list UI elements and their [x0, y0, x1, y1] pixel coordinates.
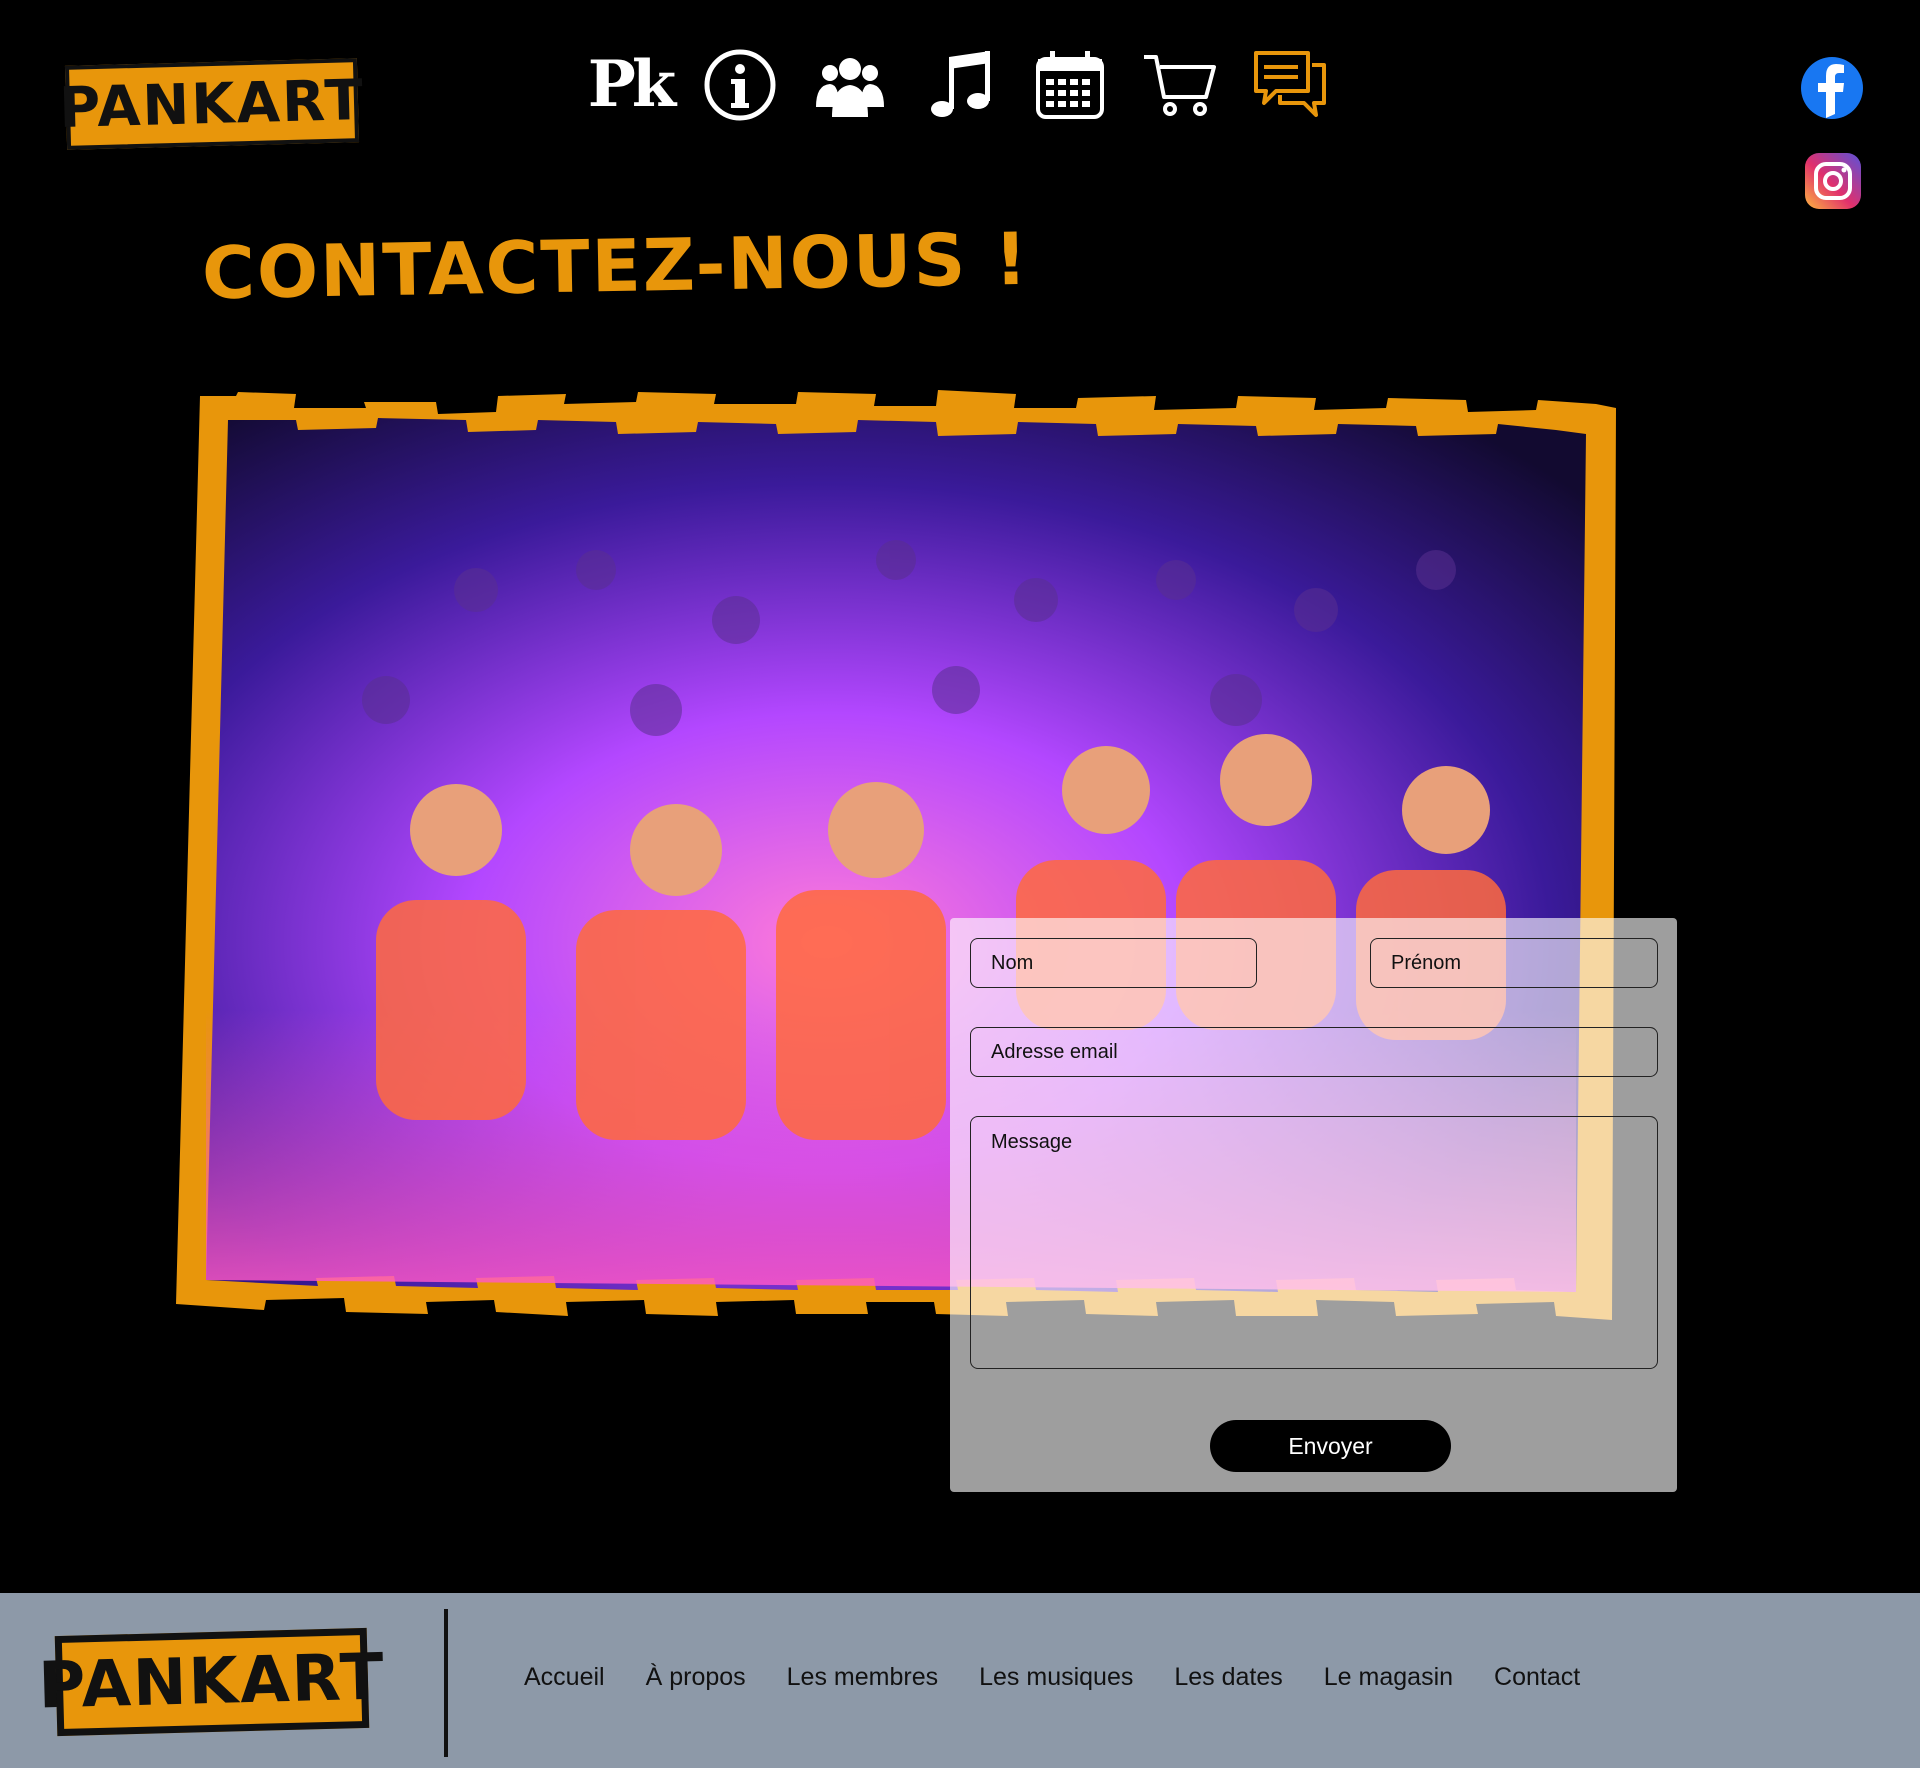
footer-link-membres[interactable]: Les membres	[787, 1663, 938, 1692]
footer-link-contact[interactable]: Contact	[1494, 1663, 1580, 1692]
message-textarea[interactable]: Message	[970, 1116, 1658, 1369]
footer-nav: Accueil À propos Les membres Les musique…	[524, 1663, 1580, 1692]
footer-link-dates[interactable]: Les dates	[1174, 1663, 1282, 1692]
pankart-logo[interactable]: PANKART	[58, 58, 366, 150]
icon-nav: Pk	[588, 40, 1330, 130]
footer-link-accueil[interactable]: Accueil	[524, 1663, 605, 1692]
footer-pankart-logo[interactable]: PANKART	[37, 1627, 387, 1737]
facebook-icon[interactable]	[1800, 56, 1864, 120]
footer-divider	[444, 1609, 448, 1757]
footer-link-magasin[interactable]: Le magasin	[1324, 1663, 1453, 1692]
contact-form: Nom Prénom Adresse email Message Envoyer	[950, 918, 1677, 1492]
footer-link-musiques[interactable]: Les musiques	[979, 1663, 1133, 1692]
info-icon[interactable]	[700, 45, 780, 125]
submit-button[interactable]: Envoyer	[1210, 1420, 1451, 1472]
prenom-input[interactable]: Prénom	[1370, 938, 1658, 988]
pk-logo-icon[interactable]: Pk	[588, 45, 676, 125]
nom-input[interactable]: Nom	[970, 938, 1257, 988]
chat-icon[interactable]	[1250, 45, 1330, 125]
footer-link-a-propos[interactable]: À propos	[646, 1663, 746, 1692]
members-icon[interactable]	[810, 45, 890, 125]
email-input[interactable]: Adresse email	[970, 1027, 1658, 1077]
music-note-icon[interactable]	[920, 45, 1000, 125]
calendar-icon[interactable]	[1030, 45, 1110, 125]
cart-icon[interactable]	[1140, 45, 1220, 125]
page-title: CONTACTEZ-NOUS !	[201, 216, 1030, 316]
header: PANKART Pk	[0, 0, 1920, 209]
instagram-icon[interactable]	[1804, 152, 1862, 210]
